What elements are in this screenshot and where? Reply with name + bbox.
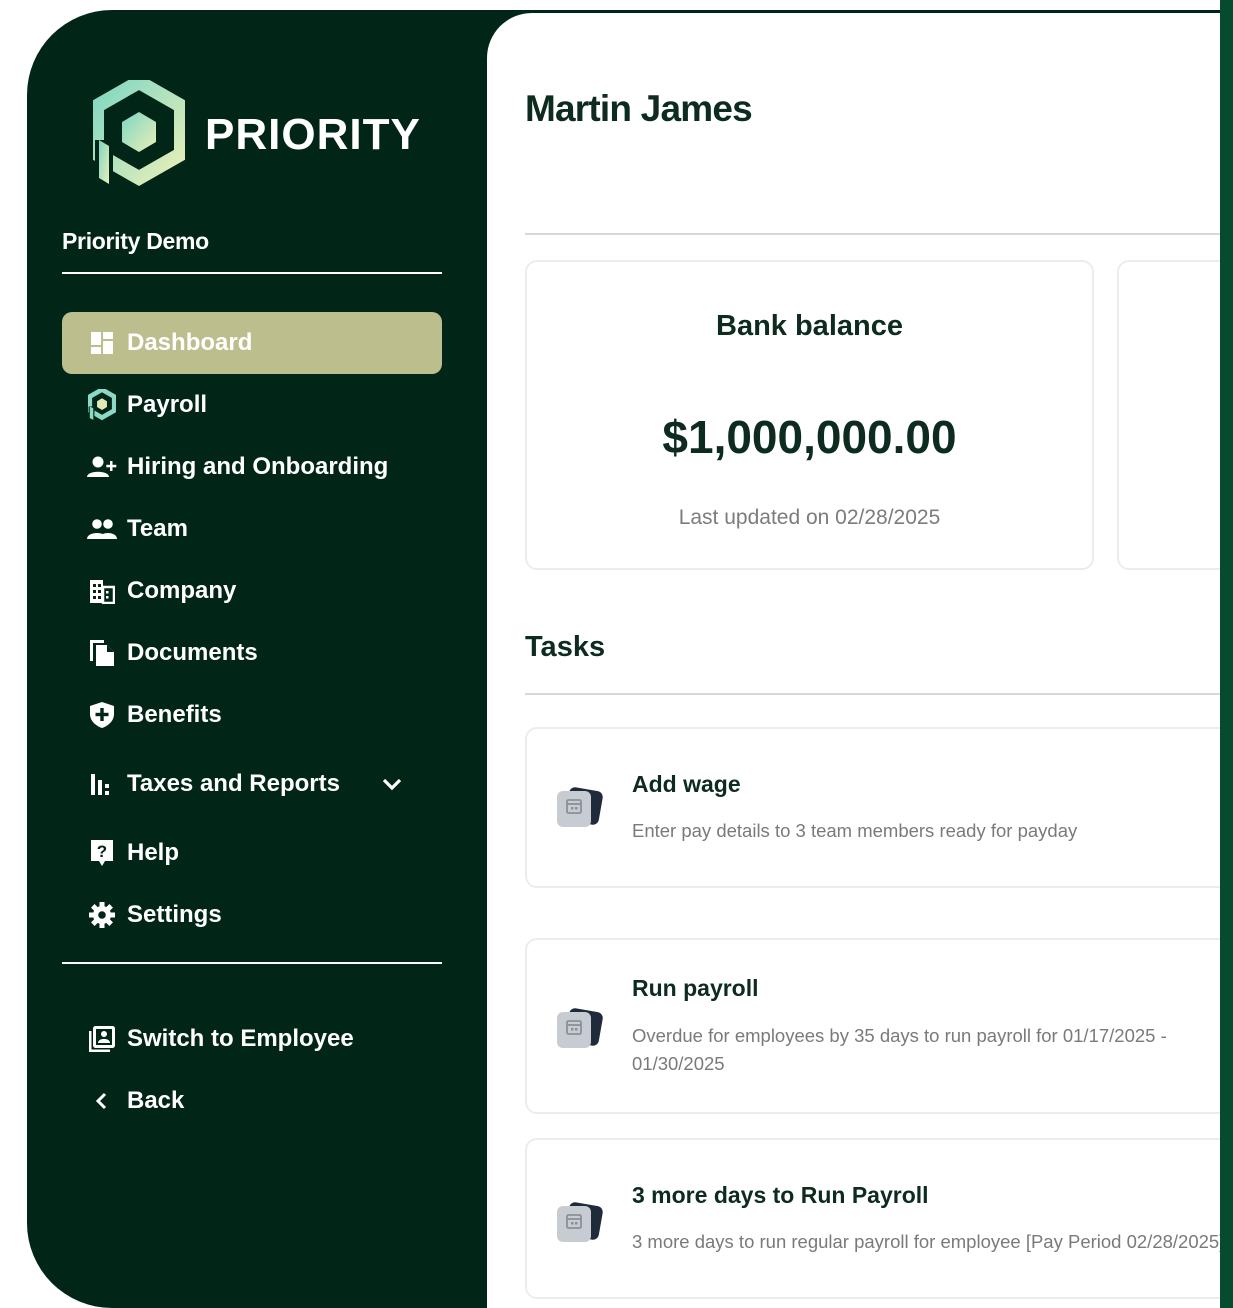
brand-name: PRIORITY (205, 110, 421, 159)
sidebar-item-label: Switch to Employee (127, 1025, 354, 1052)
gear-icon (87, 902, 117, 928)
task-calendar-icon (557, 787, 603, 827)
sidebar-item-switch-to-employee[interactable]: Switch to Employee (62, 1008, 442, 1070)
tasks-divider (525, 693, 1233, 695)
sidebar-item-label: Taxes and Reports (127, 770, 340, 797)
task-description: 3 more days to run regular payroll for e… (632, 1231, 1225, 1252)
sidebar-divider (62, 272, 442, 274)
sidebar-item-label: Documents (127, 639, 258, 666)
sidebar-item-label: Hiring and Onboarding (127, 453, 389, 480)
app-frame: PRIORITY Priority Demo Dashboard Payroll… (27, 10, 1233, 1308)
sidebar-divider (62, 962, 442, 964)
bar-chart-icon (87, 772, 117, 796)
sidebar-item-label: Payroll (127, 391, 208, 418)
sidebar-item-label: Benefits (127, 701, 222, 728)
sidebar-item-company[interactable]: Company (62, 560, 442, 622)
sidebar-item-back[interactable]: Back (62, 1070, 442, 1132)
sidebar-item-hiring[interactable]: Hiring and Onboarding (62, 436, 442, 498)
building-icon (87, 578, 117, 604)
organization-name: Priority Demo (62, 228, 209, 254)
task-calendar-icon (557, 1008, 603, 1048)
brand-logo[interactable]: PRIORITY (93, 80, 421, 190)
sidebar: PRIORITY Priority Demo Dashboard Payroll… (27, 10, 487, 1308)
payroll-logo-icon (87, 389, 117, 421)
sidebar-item-label: Settings (127, 901, 222, 928)
summary-card (1117, 260, 1233, 570)
team-icon (87, 518, 117, 540)
bank-balance-amount: $1,000,000.00 (662, 411, 957, 463)
sidebar-item-settings[interactable]: Settings (62, 884, 442, 946)
main-content: Martin James Bank balance $1,000,000.00 … (487, 13, 1233, 1308)
task-calendar-icon (557, 1202, 603, 1242)
page-title: Martin James (525, 88, 753, 129)
task-description: Overdue for employees by 35 days to run … (632, 1025, 1167, 1074)
sidebar-item-payroll[interactable]: Payroll (62, 374, 442, 436)
sidebar-item-label: Company (127, 577, 237, 604)
help-icon: ? (87, 839, 117, 867)
sidebar-item-dashboard[interactable]: Dashboard (62, 312, 442, 374)
sidebar-item-label: Dashboard (127, 329, 253, 356)
header-divider (525, 233, 1233, 235)
badge-icon (87, 1026, 117, 1052)
documents-icon (87, 639, 117, 667)
sidebar-item-documents[interactable]: Documents (62, 622, 442, 684)
sidebar-item-help[interactable]: ? Help (62, 822, 442, 884)
right-edge-bar (1220, 0, 1233, 1308)
task-title: Add wage (632, 771, 741, 797)
task-description: Enter pay details to 3 team members read… (632, 820, 1078, 841)
person-add-icon (87, 455, 117, 479)
task-card[interactable]: Run payroll Overdue for employees by 35 … (525, 938, 1233, 1114)
chevron-down-icon[interactable] (382, 777, 402, 791)
task-card[interactable]: 3 more days to Run Payroll 3 more days t… (525, 1138, 1233, 1299)
sidebar-item-label: Help (127, 839, 180, 866)
sidebar-item-team[interactable]: Team (62, 498, 442, 560)
task-title: Run payroll (632, 975, 759, 1001)
sidebar-item-label: Team (127, 515, 188, 542)
shield-plus-icon (87, 701, 117, 729)
sidebar-item-benefits[interactable]: Benefits (62, 684, 442, 746)
svg-text:?: ? (97, 842, 107, 861)
sidebar-item-taxes-reports[interactable]: Taxes and Reports (62, 753, 442, 815)
bank-balance-title: Bank balance (716, 310, 903, 342)
priority-logo-icon (93, 80, 185, 188)
bank-balance-updated: Last updated on 02/28/2025 (678, 506, 941, 529)
dashboard-icon (87, 331, 117, 355)
bank-balance-card: Bank balance $1,000,000.00 Last updated … (525, 260, 1094, 570)
task-card[interactable]: Add wage Enter pay details to 3 team mem… (525, 727, 1233, 888)
sidebar-item-label: Back (127, 1087, 185, 1114)
task-title: 3 more days to Run Payroll (632, 1182, 929, 1208)
tasks-heading: Tasks (525, 631, 606, 663)
chevron-left-icon (87, 1092, 117, 1110)
